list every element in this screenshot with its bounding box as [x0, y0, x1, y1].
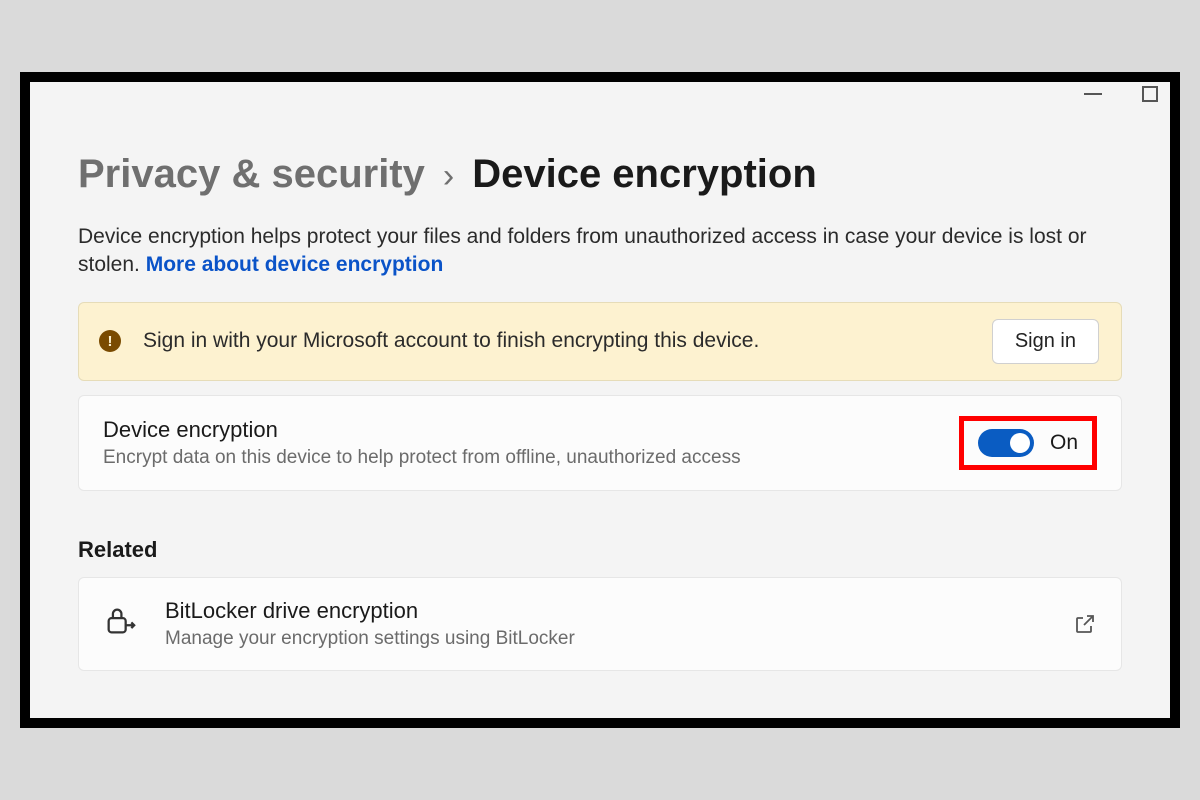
- bitlocker-card[interactable]: BitLocker drive encryption Manage your e…: [78, 577, 1122, 671]
- sign-in-button[interactable]: Sign in: [992, 319, 1099, 364]
- device-encryption-toggle[interactable]: [978, 429, 1034, 457]
- device-encryption-card: Device encryption Encrypt data on this d…: [78, 395, 1122, 491]
- setting-subtitle: Encrypt data on this device to help prot…: [103, 447, 933, 469]
- card-text: BitLocker drive encryption Manage your e…: [165, 598, 1047, 650]
- minimize-icon[interactable]: [1084, 93, 1102, 95]
- window-controls: [1084, 86, 1158, 102]
- breadcrumb: Privacy & security › Device encryption: [78, 152, 1122, 197]
- page-content: Privacy & security › Device encryption D…: [30, 82, 1170, 671]
- settings-window: Privacy & security › Device encryption D…: [30, 82, 1170, 718]
- related-heading: Related: [78, 537, 1122, 563]
- breadcrumb-parent-link[interactable]: Privacy & security: [78, 152, 425, 197]
- page-title: Device encryption: [472, 152, 817, 197]
- bitlocker-subtitle: Manage your encryption settings using Bi…: [165, 628, 1047, 650]
- screenshot-frame: Privacy & security › Device encryption D…: [20, 72, 1180, 728]
- lock-icon: [103, 604, 139, 643]
- maximize-icon[interactable]: [1142, 86, 1158, 102]
- learn-more-link[interactable]: More about device encryption: [146, 253, 444, 276]
- signin-warning-banner: ! Sign in with your Microsoft account to…: [78, 302, 1122, 381]
- setting-title: Device encryption: [103, 417, 933, 443]
- toggle-knob: [1010, 433, 1030, 453]
- open-external-icon: [1073, 612, 1097, 636]
- page-description: Device encryption helps protect your fil…: [78, 223, 1118, 280]
- card-text: Device encryption Encrypt data on this d…: [103, 417, 933, 469]
- bitlocker-title: BitLocker drive encryption: [165, 598, 1047, 624]
- banner-message: Sign in with your Microsoft account to f…: [143, 329, 970, 353]
- toggle-state-label: On: [1050, 431, 1078, 455]
- warning-icon: !: [99, 330, 121, 352]
- chevron-right-icon: ›: [443, 157, 454, 196]
- toggle-highlight: On: [959, 416, 1097, 470]
